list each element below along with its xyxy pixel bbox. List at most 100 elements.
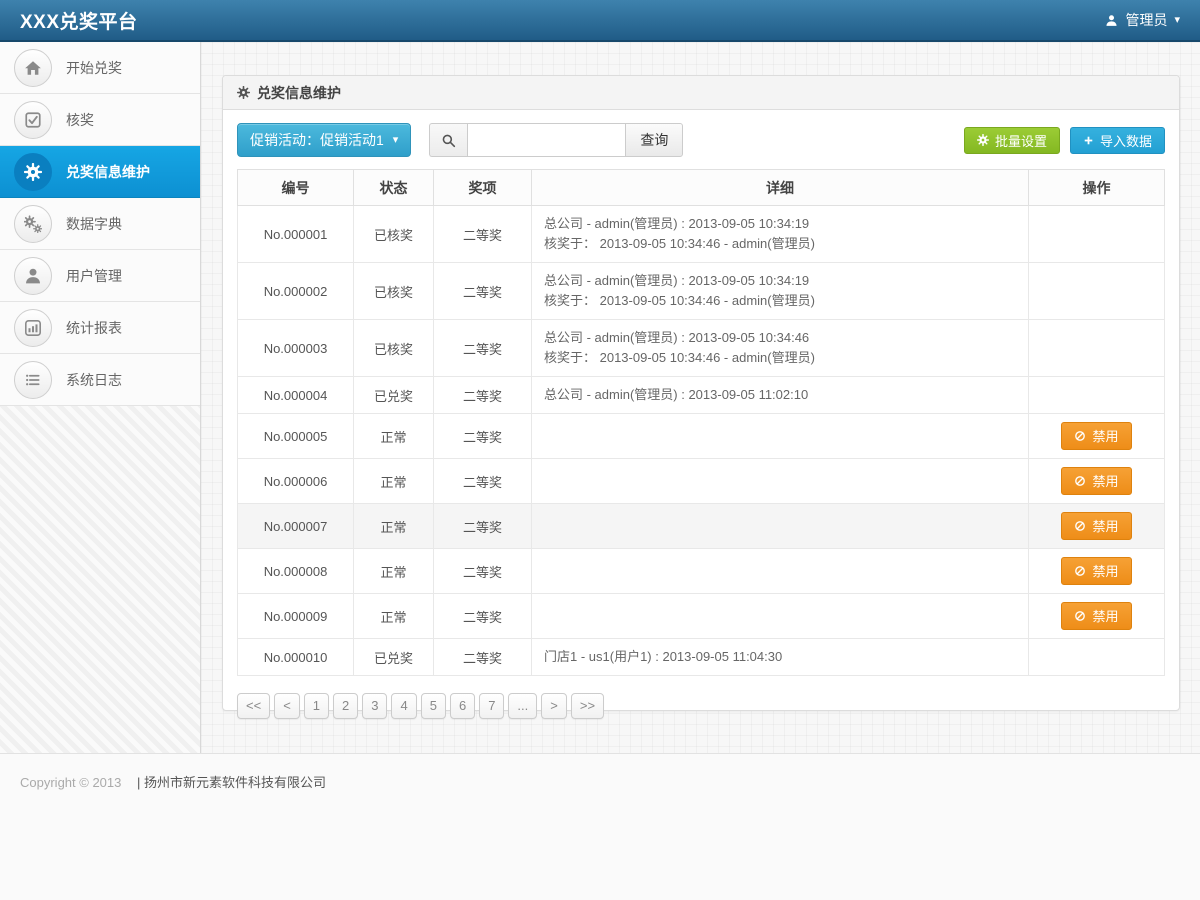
sidebar-item-redeem-info[interactable]: 兑奖信息维护 — [0, 146, 200, 198]
query-button[interactable]: 查询 — [625, 123, 683, 157]
cell-action: 禁用 — [1029, 459, 1165, 504]
search-input[interactable] — [467, 123, 625, 157]
promo-dropdown-label: 促销活动：促销活动1 — [250, 130, 384, 150]
user-menu-label: 管理员 — [1125, 10, 1167, 30]
detail-line-2: 核奖于： 2013-09-05 10:34:46 - admin(管理员) — [544, 348, 1022, 368]
sidebar-item-statistics[interactable]: 统计报表 — [0, 302, 200, 354]
sidebar-item-label: 开始兑奖 — [66, 58, 122, 78]
panel-title: 兑奖信息维护 — [257, 83, 341, 103]
page-button[interactable]: 7 — [479, 693, 504, 719]
sidebar-item-verify-prize[interactable]: 核奖 — [0, 94, 200, 146]
cell-status: 已兑奖 — [354, 377, 434, 414]
page-button[interactable]: 2 — [333, 693, 358, 719]
cell-status: 正常 — [354, 504, 434, 549]
cell-id: No.000002 — [238, 263, 354, 320]
cell-action — [1029, 320, 1165, 377]
disable-button-label: 禁用 — [1092, 426, 1118, 445]
cell-detail: 门店1 - us1(用户1) : 2013-09-05 11:04:30 — [532, 639, 1029, 676]
cell-id: No.000009 — [238, 594, 354, 639]
ban-icon — [1074, 610, 1086, 622]
gear-icon — [237, 86, 250, 99]
copyright-text: Copyright © 2013 — [20, 775, 121, 790]
cell-id: No.000006 — [238, 459, 354, 504]
cell-prize: 二等奖 — [434, 594, 532, 639]
detail-line-2: 核奖于： 2013-09-05 10:34:46 - admin(管理员) — [544, 234, 1022, 254]
cell-prize: 二等奖 — [434, 639, 532, 676]
cell-id: No.000010 — [238, 639, 354, 676]
ban-icon — [1074, 475, 1086, 487]
cell-detail — [532, 504, 1029, 549]
column-header: 编号 — [238, 170, 354, 206]
cell-detail — [532, 459, 1029, 504]
cell-prize: 二等奖 — [434, 320, 532, 377]
app-title: XXX兑奖平台 — [20, 7, 138, 34]
batch-settings-button[interactable]: 批量设置 — [964, 127, 1060, 154]
search-group: 查询 — [429, 123, 683, 157]
sidebar-item-label: 核奖 — [66, 110, 94, 130]
column-header: 状态 — [354, 170, 434, 206]
page-button[interactable]: << — [237, 693, 270, 719]
detail-line-1: 总公司 - admin(管理员) : 2013-09-05 10:34:19 — [544, 271, 1022, 291]
cell-id: No.000003 — [238, 320, 354, 377]
disable-button[interactable]: 禁用 — [1061, 467, 1131, 495]
ban-icon — [1074, 565, 1086, 577]
page-button[interactable]: >> — [571, 693, 604, 719]
cell-action: 禁用 — [1029, 414, 1165, 459]
cell-action: 禁用 — [1029, 504, 1165, 549]
sidebar-item-system-log[interactable]: 系统日志 — [0, 354, 200, 406]
ban-icon — [1074, 520, 1086, 532]
check-square-icon — [14, 101, 52, 139]
cell-status: 正常 — [354, 459, 434, 504]
page-button[interactable]: 4 — [391, 693, 416, 719]
import-data-button[interactable]: 导入数据 — [1070, 127, 1165, 154]
disable-button[interactable]: 禁用 — [1061, 557, 1131, 585]
sidebar-item-label: 系统日志 — [66, 370, 122, 390]
page-button[interactable]: 5 — [421, 693, 446, 719]
column-header: 详细 — [532, 170, 1029, 206]
pagination: <<<1234567...>>> — [223, 676, 1179, 736]
company-name: | 扬州市新元素软件科技有限公司 — [137, 775, 326, 790]
sidebar-item-user-management[interactable]: 用户管理 — [0, 250, 200, 302]
detail-line-2: 核奖于： 2013-09-05 10:34:46 - admin(管理员) — [544, 291, 1022, 311]
cell-status: 正常 — [354, 549, 434, 594]
cell-prize: 二等奖 — [434, 549, 532, 594]
table-row: No.000004 已兑奖 二等奖 总公司 - admin(管理员) : 201… — [238, 377, 1165, 414]
table-row: No.000006 正常 二等奖 禁用 — [238, 459, 1165, 504]
top-navbar: XXX兑奖平台 管理员 ▾ — [0, 0, 1200, 42]
user-icon — [14, 257, 52, 295]
sidebar-item-label: 用户管理 — [66, 266, 122, 286]
cell-status: 已兑奖 — [354, 639, 434, 676]
cell-id: No.000008 — [238, 549, 354, 594]
cell-prize: 二等奖 — [434, 459, 532, 504]
page-button[interactable]: > — [541, 693, 567, 719]
disable-button[interactable]: 禁用 — [1061, 422, 1131, 450]
cell-detail — [532, 594, 1029, 639]
cell-id: No.000007 — [238, 504, 354, 549]
disable-button[interactable]: 禁用 — [1061, 602, 1131, 630]
gear-icon — [977, 134, 989, 146]
page-button[interactable]: ... — [508, 693, 537, 719]
column-header: 操作 — [1029, 170, 1165, 206]
page-button[interactable]: < — [274, 693, 300, 719]
disable-button[interactable]: 禁用 — [1061, 512, 1131, 540]
page-button[interactable]: 3 — [362, 693, 387, 719]
cogs-icon — [14, 205, 52, 243]
cell-action — [1029, 377, 1165, 414]
cell-detail: 总公司 - admin(管理员) : 2013-09-05 11:02:10 — [532, 377, 1029, 414]
ban-icon — [1074, 430, 1086, 442]
sidebar-item-data-dictionary[interactable]: 数据字典 — [0, 198, 200, 250]
detail-line-1: 总公司 - admin(管理员) : 2013-09-05 11:02:10 — [544, 385, 1022, 405]
user-menu[interactable]: 管理员 ▾ — [1105, 10, 1180, 30]
footer: Copyright © 2013 | 扬州市新元素软件科技有限公司 — [0, 753, 1200, 900]
page-button[interactable]: 6 — [450, 693, 475, 719]
page-button[interactable]: 1 — [304, 693, 329, 719]
cell-prize: 二等奖 — [434, 504, 532, 549]
toolbar-right: 批量设置 导入数据 — [964, 127, 1165, 154]
table-row: No.000001 已核奖 二等奖 总公司 - admin(管理员) : 201… — [238, 206, 1165, 263]
table-row: No.000009 正常 二等奖 禁用 — [238, 594, 1165, 639]
table-row: No.000010 已兑奖 二等奖 门店1 - us1(用户1) : 2013-… — [238, 639, 1165, 676]
promo-dropdown-button[interactable]: 促销活动：促销活动1 ▾ — [237, 123, 411, 157]
gear-icon — [14, 153, 52, 191]
cell-detail: 总公司 - admin(管理员) : 2013-09-05 10:34:19 核… — [532, 206, 1029, 263]
sidebar-item-start-redeem[interactable]: 开始兑奖 — [0, 42, 200, 94]
